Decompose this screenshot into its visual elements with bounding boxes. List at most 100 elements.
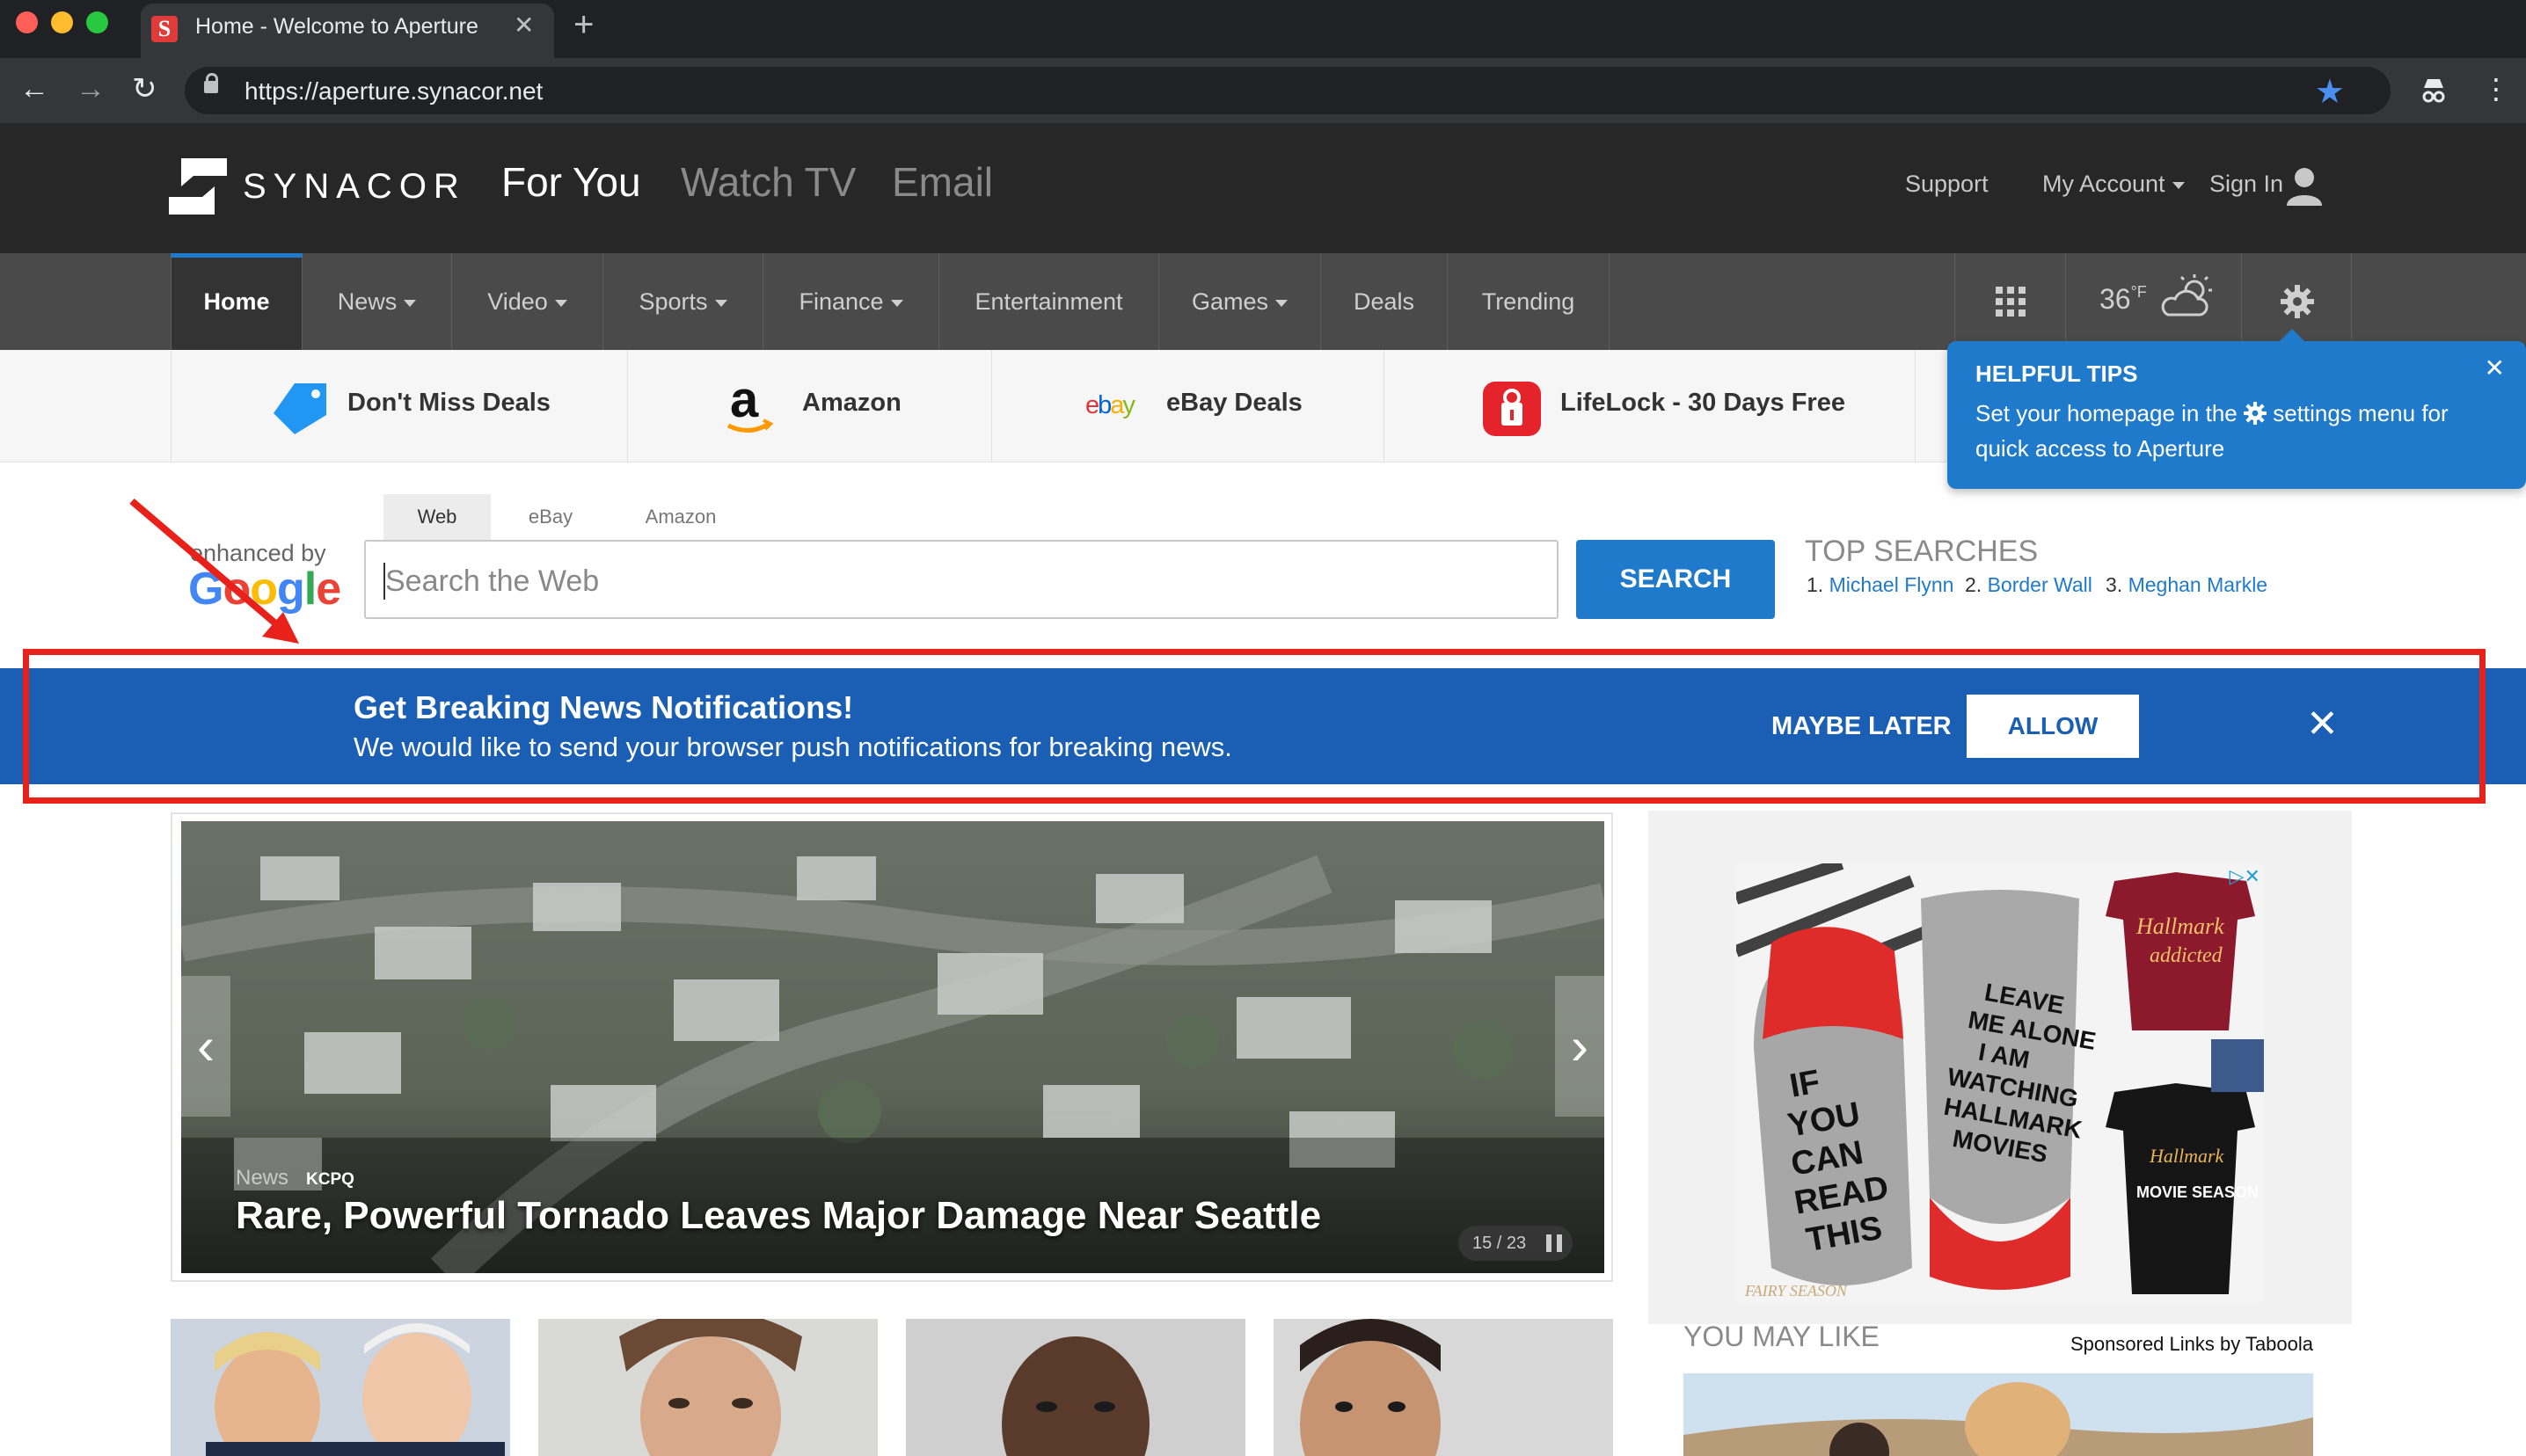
- topnav-for-you[interactable]: For You: [501, 158, 641, 206]
- close-icon[interactable]: ✕: [2306, 702, 2339, 746]
- browser-tab[interactable]: S Home - Welcome to Aperture ✕: [141, 4, 554, 58]
- story-thumbnail[interactable]: [538, 1319, 878, 1456]
- slide-counter: 15 / 23: [1458, 1226, 1573, 1261]
- ad-banner[interactable]: IFYOUCANREADTHIS LEAVEME ALONEI AMWATCHI…: [1736, 863, 2264, 1303]
- nav-home[interactable]: Home: [171, 253, 303, 350]
- nav-sports[interactable]: Sports: [603, 253, 763, 350]
- story-photo: [906, 1319, 1245, 1456]
- price-tag-icon: [274, 383, 326, 434]
- search-button[interactable]: SEARCH: [1576, 540, 1775, 619]
- chevron-down-icon: [1275, 299, 1289, 307]
- window-zoom-button[interactable]: [86, 11, 108, 33]
- top-search-num: 3.: [2106, 573, 2123, 596]
- quick-link-amazon-label: Amazon: [802, 389, 902, 417]
- logo-text[interactable]: SYNACOR: [243, 167, 466, 207]
- quick-link-lifelock[interactable]: LifeLock - 30 Days Free: [1384, 350, 1916, 462]
- nav-video-label: Video: [487, 288, 548, 315]
- ad-image: IFYOUCANREADTHIS LEAVEME ALONEI AMWATCHI…: [1736, 863, 2264, 1303]
- search-tab-ebay[interactable]: eBay: [498, 494, 603, 540]
- story-thumbnail[interactable]: [171, 1319, 510, 1456]
- topnav-email[interactable]: Email: [892, 158, 993, 206]
- reload-icon[interactable]: ↻: [132, 74, 157, 104]
- ad-watermark: FAIRY SEASON: [1744, 1282, 1848, 1299]
- shirt-movie-season-text: MOVIE SEASON: [2136, 1183, 2259, 1201]
- nav-news[interactable]: News: [303, 253, 452, 350]
- pause-icon[interactable]: [1546, 1234, 1551, 1252]
- weather-widget[interactable]: 36°F: [2065, 253, 2241, 350]
- user-icon[interactable]: [2287, 167, 2322, 206]
- top-search-item[interactable]: 1. Michael Flynn: [1807, 573, 1953, 597]
- tips-body: Set your homepage in the settings menu f…: [1975, 396, 2503, 466]
- quick-link-ebay[interactable]: ebay eBay Deals: [992, 350, 1384, 462]
- top-search-item[interactable]: 3. Meghan Markle: [2106, 573, 2267, 597]
- top-searches-title: TOP SEARCHES: [1805, 535, 2039, 568]
- bookmark-star-icon[interactable]: ★: [2315, 72, 2345, 112]
- nav-deals[interactable]: Deals: [1321, 253, 1448, 350]
- search-tab-amazon[interactable]: Amazon: [619, 494, 742, 540]
- maybe-later-button[interactable]: MAYBE LATER: [1771, 712, 1952, 741]
- chevron-right-icon: ›: [1571, 1016, 1588, 1075]
- slider-prev-button[interactable]: ‹: [181, 976, 230, 1117]
- shirt-brand-text: Hallmark: [2135, 914, 2224, 939]
- hero-kicker: News KCPQ: [236, 1166, 354, 1190]
- search-input[interactable]: Search the Web: [364, 540, 1559, 619]
- hero-category[interactable]: News: [236, 1166, 288, 1190]
- nav-games[interactable]: Games: [1159, 253, 1321, 350]
- nav-sports-label: Sports: [639, 288, 708, 315]
- nav-entertainment[interactable]: Entertainment: [939, 253, 1159, 350]
- window-close-button[interactable]: [16, 11, 38, 33]
- quick-link-amazon[interactable]: a Amazon: [628, 350, 992, 462]
- topnav-watch-tv[interactable]: Watch TV: [681, 158, 856, 206]
- my-account-menu[interactable]: My Account: [2042, 171, 2185, 198]
- story-photo: [1274, 1319, 1613, 1456]
- address-bar: ← → ↻ https://aperture.synacor.net ★ ⋮: [0, 58, 2526, 123]
- slider-next-button[interactable]: ›: [1555, 976, 1604, 1117]
- gear-icon: [2244, 402, 2267, 425]
- tab-close-icon[interactable]: ✕: [514, 11, 534, 40]
- apps-grid-button[interactable]: [1954, 253, 2065, 350]
- browser-tab-bar: S Home - Welcome to Aperture ✕ +: [0, 0, 2526, 58]
- incognito-icon[interactable]: [2420, 76, 2447, 106]
- nav-trending[interactable]: Trending: [1448, 253, 1610, 350]
- quick-link-ebay-label: eBay Deals: [1166, 389, 1303, 417]
- weather-temp: 36°F: [2099, 283, 2147, 316]
- top-search-item[interactable]: 2. Border Wall: [1965, 573, 2092, 597]
- push-notification-bar: Get Breaking News Notifications! We woul…: [0, 668, 2526, 784]
- browser-menu-icon[interactable]: ⋮: [2482, 74, 2510, 104]
- chevron-left-icon: ‹: [197, 1016, 215, 1075]
- svg-text:a: a: [730, 376, 759, 428]
- search-tab-web[interactable]: Web: [383, 494, 491, 540]
- ad-container: IFYOUCANREADTHIS LEAVEME ALONEI AMWATCHI…: [1648, 811, 2352, 1324]
- svg-text:ebay: ebay: [1085, 391, 1135, 419]
- top-search-link[interactable]: Border Wall: [1988, 573, 2092, 596]
- back-icon[interactable]: ←: [19, 74, 49, 104]
- new-tab-icon[interactable]: +: [573, 5, 594, 45]
- allow-button[interactable]: ALLOW: [1967, 695, 2139, 758]
- nav-finance[interactable]: Finance: [763, 253, 939, 350]
- search-placeholder: Search the Web: [385, 564, 600, 598]
- top-search-link[interactable]: Meghan Markle: [2128, 573, 2268, 596]
- quick-link-deals[interactable]: Don't Miss Deals: [171, 350, 628, 462]
- forward-icon[interactable]: →: [76, 74, 106, 104]
- hero-slide[interactable]: ‹ › News KCPQ Rare, Powerful Tornado Lea…: [181, 821, 1604, 1273]
- you-may-like-thumbnail[interactable]: [1683, 1373, 2313, 1456]
- sponsored-links-label[interactable]: Sponsored Links by Taboola: [2070, 1333, 2313, 1356]
- hero-headline[interactable]: Rare, Powerful Tornado Leaves Major Dama…: [236, 1194, 1321, 1238]
- story-thumbnail[interactable]: [906, 1319, 1245, 1456]
- synacor-logo-icon[interactable]: [169, 158, 227, 215]
- omnibox[interactable]: https://aperture.synacor.net ★: [185, 67, 2391, 114]
- adchoices-icon[interactable]: ▷✕: [2230, 865, 2260, 888]
- nav-video[interactable]: Video: [452, 253, 603, 350]
- support-link[interactable]: Support: [1905, 171, 1989, 198]
- notification-title: Get Breaking News Notifications!: [354, 689, 854, 725]
- top-search-link[interactable]: Michael Flynn: [1829, 573, 1954, 596]
- story-thumbnail[interactable]: [1274, 1319, 1613, 1456]
- sign-in-link[interactable]: Sign In: [2209, 171, 2283, 198]
- top-search-num: 1.: [1807, 573, 1824, 596]
- window-minimize-button[interactable]: [51, 11, 73, 33]
- favicon-icon: S: [151, 16, 178, 42]
- url-text[interactable]: https://aperture.synacor.net: [245, 77, 543, 106]
- nav-news-label: News: [337, 288, 398, 315]
- top-search-num: 2.: [1965, 573, 1982, 596]
- close-icon[interactable]: ✕: [2485, 353, 2505, 382]
